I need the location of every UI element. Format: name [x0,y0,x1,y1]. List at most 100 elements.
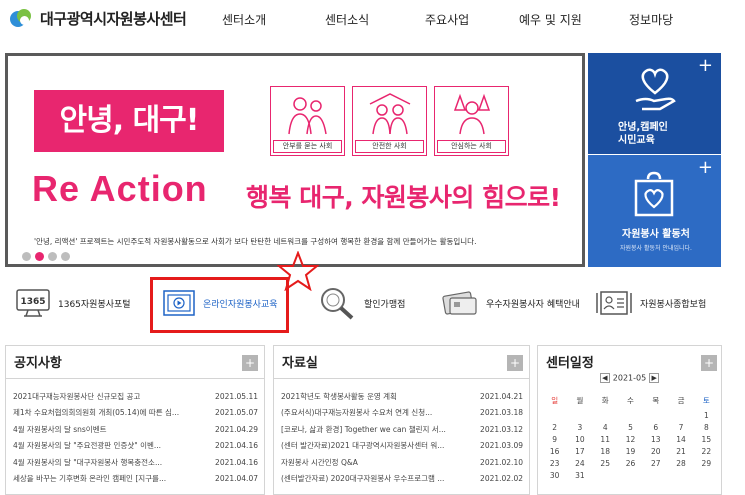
calendar-day[interactable]: 6 [643,422,668,434]
list-item-title[interactable]: 자원봉사 시간인정 Q&A [281,457,358,468]
list-item-title[interactable]: (센터발간자료) 2020대구자원봉사 우수프로그램 ... [281,473,444,484]
quick-link-label: 1365자원봉사포털 [58,299,131,310]
tile-label-line1: 안녕,캠페인 [618,122,668,133]
calendar-day[interactable]: 9 [542,434,567,446]
calendar-day[interactable]: 21 [668,446,693,458]
list-item[interactable]: (센터 발간자료)2021 대구광역시자원봉사센터 워... 2021.03.09 [281,438,523,455]
prev-month-button[interactable]: ◀ [599,373,610,383]
people-greeting-icon [288,97,327,135]
notice-more-button[interactable]: + [242,355,258,371]
calendar-day[interactable]: 31 [567,470,592,482]
calendar-day[interactable]: 14 [668,434,693,446]
calendar-day[interactable]: 16 [542,446,567,458]
calendar-day[interactable]: 28 [668,458,693,470]
list-item-title[interactable]: [코로나, 삶과 환경] Together we can 챌린지 서... [281,424,446,435]
card-icon [442,291,477,315]
quick-link-insurance[interactable]: 자원봉사종합보험 [596,280,706,326]
list-item-title[interactable]: 4월 자원봉사의 달 "주요전광판 인증샷" 이벤... [13,440,161,451]
schedule-calendar: 센터일정 + ◀ 2021-05 ▶ 일 월 화 수 목 금 토 123456789… [537,345,722,495]
tile-volunteer-places[interactable]: + 자원봉사 활동처 자원봉사 활동처 안내입니다. [588,155,721,267]
slide-dot-active[interactable] [35,252,44,261]
calendar-day[interactable]: 19 [618,446,643,458]
library-title: 자료실 [282,356,318,371]
calendar-day[interactable]: 2 [542,422,567,434]
list-item[interactable]: (주요서식)대구재능자원봉사 수요처 연계 신청... 2021.03.18 [281,405,523,422]
quick-links: 1365 1365자원봉사포털 온라인자원봉사교육 할인가맹점 우수자원봉사자 … [0,280,745,330]
nav-item-main-projects[interactable]: 주요사업 [425,11,469,28]
list-item-title[interactable]: (주요서식)대구재능자원봉사 수요처 연계 신청... [281,407,432,418]
weekday-label: 목 [652,396,660,405]
list-item[interactable]: 4월 자원봉사의 달 "대구자원봉사 행복충전소... 2021.04.16 [13,454,258,471]
nav-item-info[interactable]: 정보마당 [629,11,673,28]
calendar-day[interactable]: 4 [593,422,618,434]
calendar-month: 2021-05 [612,373,647,383]
calendar-day[interactable]: 1 [694,410,719,422]
calendar-day[interactable]: 3 [567,422,592,434]
list-item-title[interactable]: 2021학년도 학생봉사활동 운영 계획 [281,391,397,402]
calendar-day [643,410,668,422]
calendar-day[interactable]: 24 [567,458,592,470]
tile-campaign-education[interactable]: + 안녕,캠페인 시민교육 [588,53,721,154]
site-header: 대구광역시자원봉사센터 센터소개 센터소식 주요사업 예우 및 지원 정보마당 [0,0,745,40]
calendar-day[interactable]: 7 [668,422,693,434]
calendar-day[interactable]: 27 [643,458,668,470]
weekday-label: 수 [627,396,634,405]
calendar-day[interactable]: 15 [694,434,719,446]
list-item[interactable]: 자원봉사 시간인정 Q&A 2021.02.10 [281,454,523,471]
list-item-title[interactable]: 제1차 수요처협의회의원회 개최(05.14)에 따른 심... [13,407,179,418]
calendar-day [643,470,668,482]
quick-link-excellent-volunteer[interactable]: 우수자원봉사자 혜택안내 [442,280,580,326]
list-item[interactable]: 4월 자원봉사의 달 sns이벤트 2021.04.29 [13,421,258,438]
list-item[interactable]: 세상을 바꾸는 기후변화 온라인 캠페인 [지구를... 2021.04.07 [13,471,258,488]
calendar-day[interactable]: 22 [694,446,719,458]
slide-dot[interactable] [61,252,70,261]
calendar-day[interactable]: 13 [643,434,668,446]
library-more-button[interactable]: + [507,355,523,371]
list-item-date: 2021.05.07 [215,408,258,418]
calendar-more-button[interactable]: + [701,355,717,371]
weekday-label: 금 [677,396,685,405]
calendar-day[interactable]: 29 [694,458,719,470]
calendar-day [542,410,567,422]
heart-bag-icon [634,171,674,217]
list-item-title[interactable]: 4월 자원봉사의 달 "대구자원봉사 행복충전소... [13,457,162,468]
calendar-week: 16 17 18 19 20 21 22 [542,446,719,458]
quick-link-discount-stores[interactable]: 할인가맹점 [318,280,405,326]
list-item[interactable]: 2021학년도 학생봉사활동 운영 계획 2021.04.21 [281,388,523,405]
calendar-day[interactable]: 8 [694,422,719,434]
next-month-button[interactable]: ▶ [649,373,660,383]
calendar-day[interactable]: 17 [567,446,592,458]
calendar-day[interactable]: 18 [593,446,618,458]
slide-dot[interactable] [48,252,57,261]
nav-item-center-intro[interactable]: 센터소개 [222,11,266,28]
calendar-day[interactable]: 5 [618,422,643,434]
list-item[interactable]: 제1차 수요처협의회의원회 개최(05.14)에 따른 심... 2021.05.… [13,405,258,422]
pictogram-label: 안부를 묻는 사회 [273,140,342,153]
calendar-day[interactable]: 30 [542,470,567,482]
list-item[interactable]: 4월 자원봉사의 달 "주요전광판 인증샷" 이벤... 2021.04.16 [13,438,258,455]
calendar-day[interactable]: 12 [618,434,643,446]
list-item-title[interactable]: (센터 발간자료)2021 대구광역시자원봉사센터 워... [281,440,444,451]
main-banner[interactable]: 안녕, 대구! Re Action 안부를 묻는 사회 안전한 사회 안심하는 … [5,53,585,267]
calendar-day[interactable]: 10 [567,434,592,446]
weekday-label: 토 [702,396,710,405]
list-item[interactable]: (센터발간자료) 2020대구자원봉사 우수프로그램 ... 2021.02.02 [281,471,523,488]
calendar-day[interactable]: 23 [542,458,567,470]
list-item-date: 2021.03.12 [480,424,523,434]
nav-item-center-news[interactable]: 센터소식 [325,11,369,28]
list-item-title[interactable]: 세상을 바꾸는 기후변화 온라인 캠페인 [지구를... [13,473,166,484]
nav-item-benefits[interactable]: 예우 및 지원 [519,11,582,28]
list-item-title[interactable]: 4월 자원봉사의 달 sns이벤트 [13,424,107,435]
calendar-day[interactable]: 20 [643,446,668,458]
notice-list: 2021대구재능자원봉사단 신규모집 공고 2021.05.11 제1차 수요처협… [13,388,258,487]
calendar-day[interactable]: 26 [618,458,643,470]
list-item-title[interactable]: 2021대구재능자원봉사단 신규모집 공고 [13,391,140,402]
calendar-week: 2345678 [542,422,719,434]
slide-dot[interactable] [22,252,31,261]
calendar-day[interactable]: 11 [593,434,618,446]
list-item[interactable]: 2021대구재능자원봉사단 신규모집 공고 2021.05.11 [13,388,258,405]
list-item[interactable]: [코로나, 삶과 환경] Together we can 챌린지 서... 202… [281,421,523,438]
calendar-week: 1 [542,410,719,422]
quick-link-1365[interactable]: 1365 1365자원봉사포털 [16,280,131,326]
calendar-day[interactable]: 25 [593,458,618,470]
